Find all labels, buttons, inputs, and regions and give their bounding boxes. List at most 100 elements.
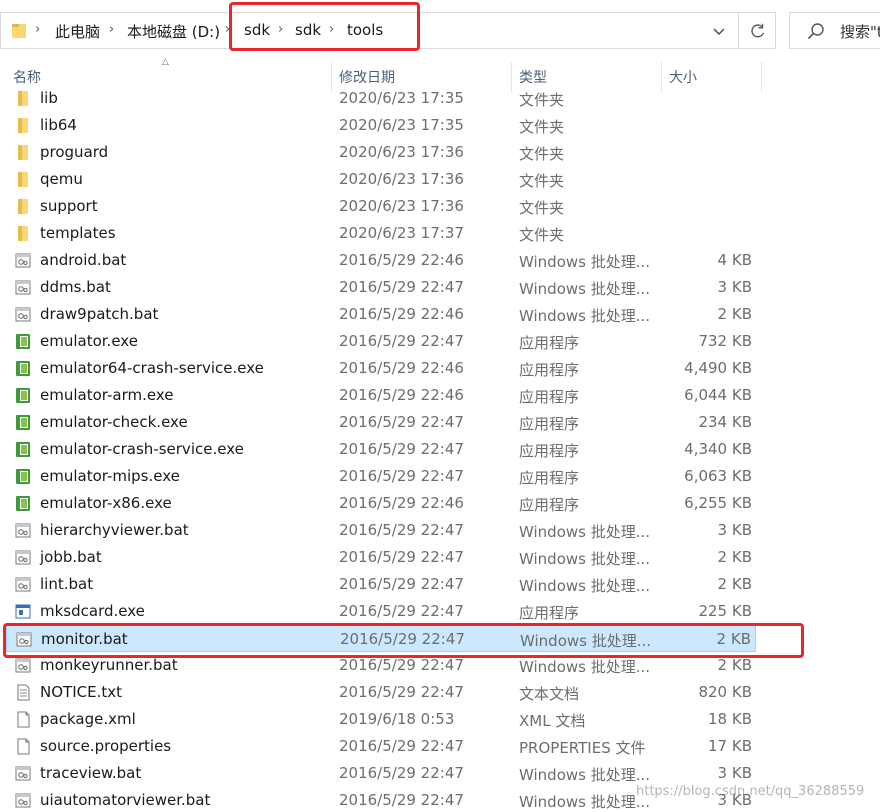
folder-icon	[18, 145, 28, 160]
file-type: Windows 批处理...	[519, 280, 651, 298]
folder-icon	[18, 172, 28, 187]
file-type: 文本文档	[519, 685, 580, 703]
file-date: 2016/5/29 22:47	[339, 791, 464, 809]
emulator-exe-icon	[16, 334, 30, 349]
file-date: 2016/5/29 22:47	[339, 548, 464, 566]
file-row[interactable]: hierarchyviewer.bat 2016/5/29 22:47 Window…	[6, 517, 756, 544]
file-type: 文件夹	[519, 199, 565, 217]
file-date: 2016/5/29 22:47	[339, 656, 464, 674]
file-row[interactable]: android.bat 2016/5/29 22:46 Windows 批处理...…	[6, 247, 756, 274]
selected-row-highlight-box	[3, 623, 804, 658]
file-row[interactable]: emulator-mips.exe 2016/5/29 22:47 应用程序 6,06…	[6, 463, 756, 490]
refresh-button[interactable]	[738, 13, 776, 48]
file-size: 4,490 KB	[684, 359, 752, 377]
column-header-size[interactable]: 大小	[669, 67, 697, 87]
file-date: 2016/5/29 22:47	[339, 332, 464, 350]
file-date: 2016/5/29 22:46	[339, 359, 464, 377]
file-date: 2016/5/29 22:46	[339, 386, 464, 404]
breadcrumb-this-pc[interactable]: 此电脑	[55, 21, 100, 42]
file-row[interactable]: proguard 2020/6/23 17:36 文件夹	[6, 139, 756, 166]
watermark: https://blog.csdn.net/qq_36288559	[636, 784, 865, 799]
file-row[interactable]: mksdcard.exe 2016/5/29 22:47 应用程序 225 KB	[6, 598, 756, 625]
emulator-exe-icon	[16, 361, 30, 376]
file-name: ddms.bat	[40, 278, 111, 296]
emulator-exe-icon	[16, 415, 30, 430]
file-type: PROPERTIES 文件	[519, 739, 646, 757]
file-type: Windows 批处理...	[519, 253, 651, 271]
file-row[interactable]: emulator-x86.exe 2016/5/29 22:46 应用程序 6,255…	[6, 490, 756, 517]
batch-file-icon	[15, 280, 31, 295]
file-row[interactable]: NOTICE.txt 2016/5/29 22:47 文本文档 820 KB	[6, 679, 756, 706]
file-row[interactable]: emulator64-crash-service.exe 2016/5/29 22…	[6, 355, 756, 382]
file-row[interactable]: jobb.bat 2016/5/29 22:47 Windows 批处理... 2 K…	[6, 544, 756, 571]
file-row[interactable]: lib64 2020/6/23 17:35 文件夹	[6, 112, 756, 139]
file-type: 应用程序	[519, 415, 580, 433]
file-type: Windows 批处理...	[519, 658, 651, 676]
file-name: emulator-mips.exe	[40, 467, 180, 485]
file-size: 732 KB	[698, 332, 752, 350]
file-size: 3 KB	[717, 278, 752, 296]
column-header-type[interactable]: 类型	[519, 67, 547, 87]
file-row[interactable]: lib 2020/6/23 17:35 文件夹	[6, 85, 756, 112]
file-type: 应用程序	[519, 334, 580, 352]
file-row[interactable]: ddms.bat 2016/5/29 22:47 Windows 批处理... 3 K…	[6, 274, 756, 301]
breadcrumb-separator[interactable]: ›	[109, 22, 114, 37]
emulator-exe-icon	[16, 469, 30, 484]
file-row[interactable]: emulator-crash-service.exe 2016/5/29 22:4…	[6, 436, 756, 463]
file-size: 2 KB	[717, 656, 752, 674]
file-size: 2 KB	[717, 305, 752, 323]
file-row[interactable]: templates 2020/6/23 17:37 文件夹	[6, 220, 756, 247]
file-row[interactable]: support 2020/6/23 17:36 文件夹	[6, 193, 756, 220]
folder-icon	[12, 24, 26, 38]
file-date: 2016/5/29 22:46	[339, 305, 464, 323]
file-size: 6,044 KB	[684, 386, 752, 404]
top-bar: › 此电脑 › 本地磁盘 (D:) › sdk › sdk › tools 搜索…	[0, 0, 880, 62]
file-name: mksdcard.exe	[40, 602, 145, 620]
file-date: 2020/6/23 17:35	[339, 116, 464, 134]
file-date: 2016/5/29 22:47	[339, 413, 464, 431]
breadcrumb-drive-d[interactable]: 本地磁盘 (D:)	[127, 21, 220, 42]
column-header-date[interactable]: 修改日期	[339, 67, 395, 87]
file-row[interactable]: emulator-check.exe 2016/5/29 22:47 应用程序 234…	[6, 409, 756, 436]
file-name: qemu	[40, 170, 83, 188]
file-row[interactable]: emulator-arm.exe 2016/5/29 22:46 应用程序 6,044…	[6, 382, 756, 409]
file-name: lib64	[40, 116, 77, 134]
file-name: uiautomatorviewer.bat	[40, 791, 211, 809]
blank-file-icon	[17, 711, 30, 728]
file-type: 文件夹	[519, 145, 565, 163]
file-type: Windows 批处理...	[519, 577, 651, 595]
file-row[interactable]: qemu 2020/6/23 17:36 文件夹	[6, 166, 756, 193]
folder-icon	[18, 199, 28, 214]
file-name: draw9patch.bat	[40, 305, 159, 323]
file-name: emulator-arm.exe	[40, 386, 174, 404]
file-row[interactable]: package.xml 2019/6/18 0:53 XML 文档 18 KB	[6, 706, 756, 733]
file-name: jobb.bat	[40, 548, 102, 566]
file-size: 18 KB	[708, 710, 752, 728]
emulator-exe-icon	[16, 442, 30, 457]
file-name: templates	[40, 224, 116, 242]
file-row[interactable]: source.properties 2016/5/29 22:47 PROPERTI…	[6, 733, 756, 760]
file-type: Windows 批处理...	[519, 307, 651, 325]
file-row[interactable]: lint.bat 2016/5/29 22:47 Windows 批处理... 2 K…	[6, 571, 756, 598]
blank-file-icon	[17, 738, 30, 755]
file-row[interactable]: draw9patch.bat 2016/5/29 22:46 Windows 批处理…	[6, 301, 756, 328]
chevron-down-icon[interactable]	[711, 23, 727, 39]
batch-file-icon	[15, 307, 31, 322]
breadcrumb-separator[interactable]: ›	[35, 22, 40, 37]
batch-file-icon	[15, 577, 31, 592]
column-header-name[interactable]: 名称	[13, 67, 41, 87]
column-divider[interactable]	[761, 62, 762, 92]
file-type: 应用程序	[519, 442, 580, 460]
search-input[interactable]: 搜索"to	[840, 21, 880, 42]
file-date: 2016/5/29 22:46	[339, 494, 464, 512]
file-date: 2019/6/18 0:53	[339, 710, 455, 728]
file-row[interactable]: emulator.exe 2016/5/29 22:47 应用程序 732 KB	[6, 328, 756, 355]
file-name: traceview.bat	[40, 764, 142, 782]
file-name: NOTICE.txt	[40, 683, 122, 701]
emulator-exe-icon	[16, 388, 30, 403]
search-box[interactable]: 搜索"to	[789, 12, 880, 49]
file-date: 2016/5/29 22:47	[339, 764, 464, 782]
file-date: 2016/5/29 22:47	[339, 278, 464, 296]
file-row[interactable]: traceview.bat 2016/5/29 22:47 Windows 批处理.…	[6, 760, 756, 787]
file-date: 2020/6/23 17:36	[339, 170, 464, 188]
